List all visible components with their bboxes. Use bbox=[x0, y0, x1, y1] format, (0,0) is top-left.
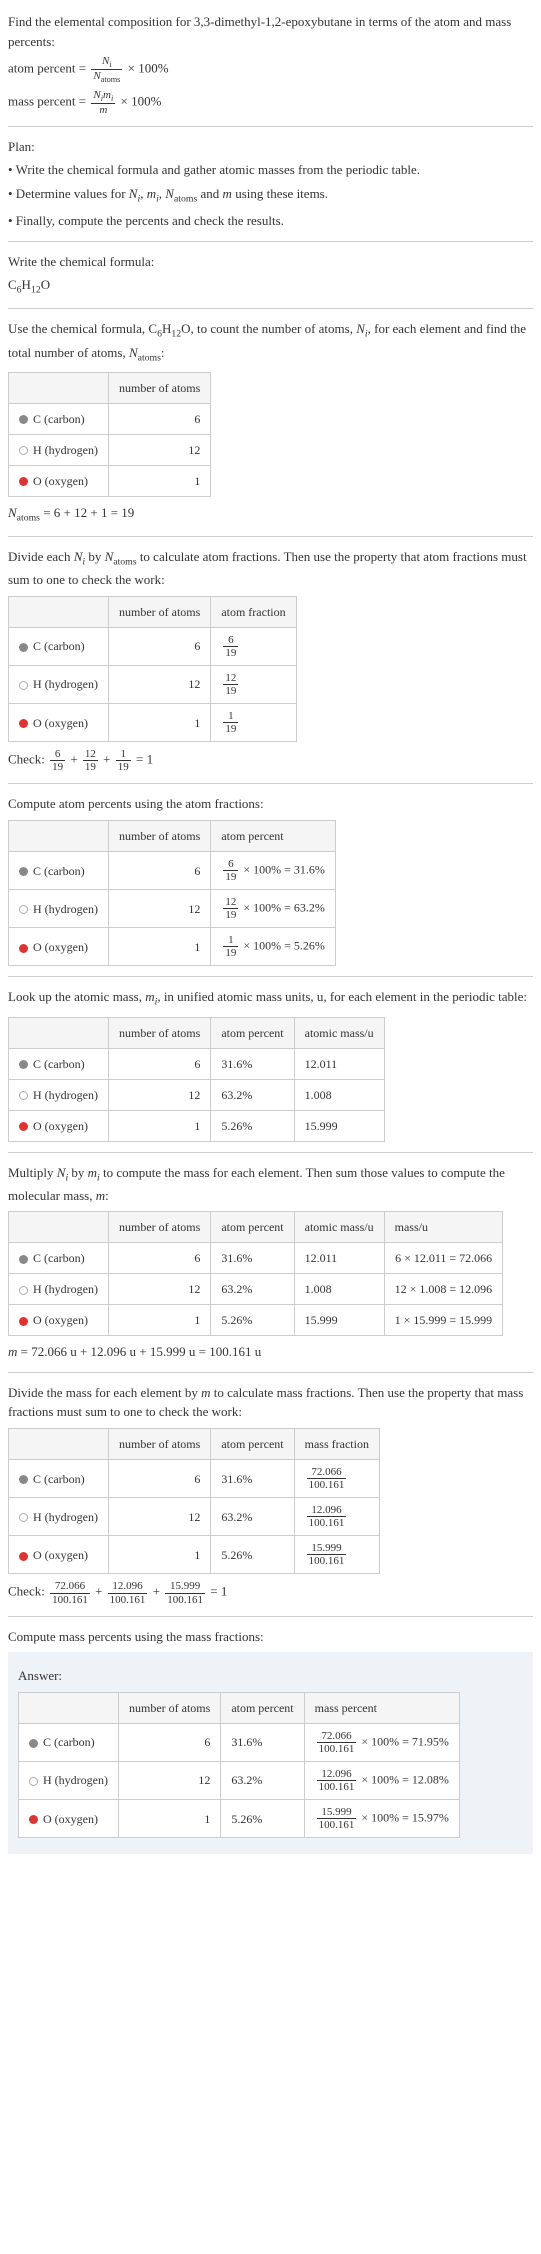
table-row: C (carbon)6619 × 100% = 31.6% bbox=[9, 851, 336, 889]
table-row: O (oxygen)15.26%15.999 bbox=[9, 1110, 385, 1141]
atom-fraction-table: number of atomsatom fraction C (carbon)6… bbox=[8, 596, 297, 743]
mass-sum: m = 72.066 u + 12.096 u + 15.999 u = 100… bbox=[8, 1342, 533, 1362]
table-row: O (oxygen)15.26%15.999100.161 × 100% = 1… bbox=[19, 1800, 460, 1838]
divider bbox=[8, 308, 533, 309]
mass-table: number of atomsatom percentatomic mass/u… bbox=[8, 1211, 503, 1336]
atoms-table: number of atoms C (carbon)6 H (hydrogen)… bbox=[8, 372, 211, 497]
table-row: O (oxygen)15.26%15.999100.161 bbox=[9, 1536, 380, 1574]
divider bbox=[8, 976, 533, 977]
plan-bullet-3: • Finally, compute the percents and chec… bbox=[8, 211, 533, 231]
table-row: H (hydrogen)1263.2%12.096100.161 × 100% … bbox=[19, 1761, 460, 1799]
divider bbox=[8, 536, 533, 537]
table-row: C (carbon)631.6%12.0116 × 12.011 = 72.06… bbox=[9, 1243, 503, 1274]
table-row: C (carbon)6619 bbox=[9, 627, 297, 665]
oxygen-swatch bbox=[19, 477, 28, 486]
atom-percent-formula: atom percent = NiNatoms × 100% bbox=[8, 55, 533, 85]
table-row: C (carbon)631.6%72.066100.161 bbox=[9, 1459, 380, 1497]
intro-line: Find the elemental composition for 3,3-d… bbox=[8, 12, 533, 51]
mass-compute-text: Multiply Ni by mi to compute the mass fo… bbox=[8, 1163, 533, 1206]
plan-bullet-2: • Determine values for Ni, mi, Natoms an… bbox=[8, 184, 533, 207]
count-atoms-text: Use the chemical formula, C6H12O, to cou… bbox=[8, 319, 533, 365]
atom-fractions-text: Divide each Ni by Natoms to calculate at… bbox=[8, 547, 533, 590]
table-row: H (hydrogen)121219 bbox=[9, 665, 297, 703]
table-row: O (oxygen)1119 × 100% = 5.26% bbox=[9, 928, 336, 966]
write-formula-header: Write the chemical formula: bbox=[8, 252, 533, 272]
table-row: H (hydrogen)1263.2%12.096100.161 bbox=[9, 1498, 380, 1536]
mass-percent-formula: mass percent = Nimim × 100% bbox=[8, 89, 533, 116]
table-row: H (hydrogen)1263.2%1.008 bbox=[9, 1079, 385, 1110]
table-row: H (hydrogen)1263.2%1.00812 × 1.008 = 12.… bbox=[9, 1274, 503, 1305]
table-row: O (oxygen)1119 bbox=[9, 704, 297, 742]
table-row: H (hydrogen)12 bbox=[9, 434, 211, 465]
divider bbox=[8, 1372, 533, 1373]
table-row: C (carbon)631.6%12.011 bbox=[9, 1048, 385, 1079]
atom-percent-table: number of atomsatom percent C (carbon)66… bbox=[8, 820, 336, 967]
divider bbox=[8, 1152, 533, 1153]
divider bbox=[8, 241, 533, 242]
plan-bullet-1: • Write the chemical formula and gather … bbox=[8, 160, 533, 180]
table-row: H (hydrogen)121219 × 100% = 63.2% bbox=[9, 890, 336, 928]
divider bbox=[8, 126, 533, 127]
atom-fraction-check: Check: 619 + 1219 + 119 = 1 bbox=[8, 748, 533, 773]
natoms-sum: Natoms = 6 + 12 + 1 = 19 bbox=[8, 503, 533, 526]
answer-table: number of atomsatom percentmass percent … bbox=[18, 1692, 460, 1839]
mass-fraction-check: Check: 72.066100.161 + 12.096100.161 + 1… bbox=[8, 1580, 533, 1605]
table-row: C (carbon)6 bbox=[9, 403, 211, 434]
carbon-swatch bbox=[19, 415, 28, 424]
answer-label: Answer: bbox=[18, 1666, 523, 1686]
divider bbox=[8, 1616, 533, 1617]
divider bbox=[8, 783, 533, 784]
hydrogen-swatch bbox=[19, 446, 28, 455]
answer-box: Answer: number of atomsatom percentmass … bbox=[8, 1652, 533, 1854]
chemical-formula: C6H12O bbox=[8, 275, 533, 298]
atomic-mass-text: Look up the atomic mass, mi, in unified … bbox=[8, 987, 533, 1010]
table-row: O (oxygen)1 bbox=[9, 465, 211, 496]
mass-fraction-table: number of atomsatom percentmass fraction… bbox=[8, 1428, 380, 1575]
plan-header: Plan: bbox=[8, 137, 533, 157]
mass-percents-text: Compute mass percents using the mass fra… bbox=[8, 1627, 533, 1647]
atomic-mass-table: number of atomsatom percentatomic mass/u… bbox=[8, 1017, 385, 1142]
mass-fraction-text: Divide the mass for each element by m to… bbox=[8, 1383, 533, 1422]
table-row: O (oxygen)15.26%15.9991 × 15.999 = 15.99… bbox=[9, 1305, 503, 1336]
atom-percents-text: Compute atom percents using the atom fra… bbox=[8, 794, 533, 814]
table-row: C (carbon)631.6%72.066100.161 × 100% = 7… bbox=[19, 1723, 460, 1761]
